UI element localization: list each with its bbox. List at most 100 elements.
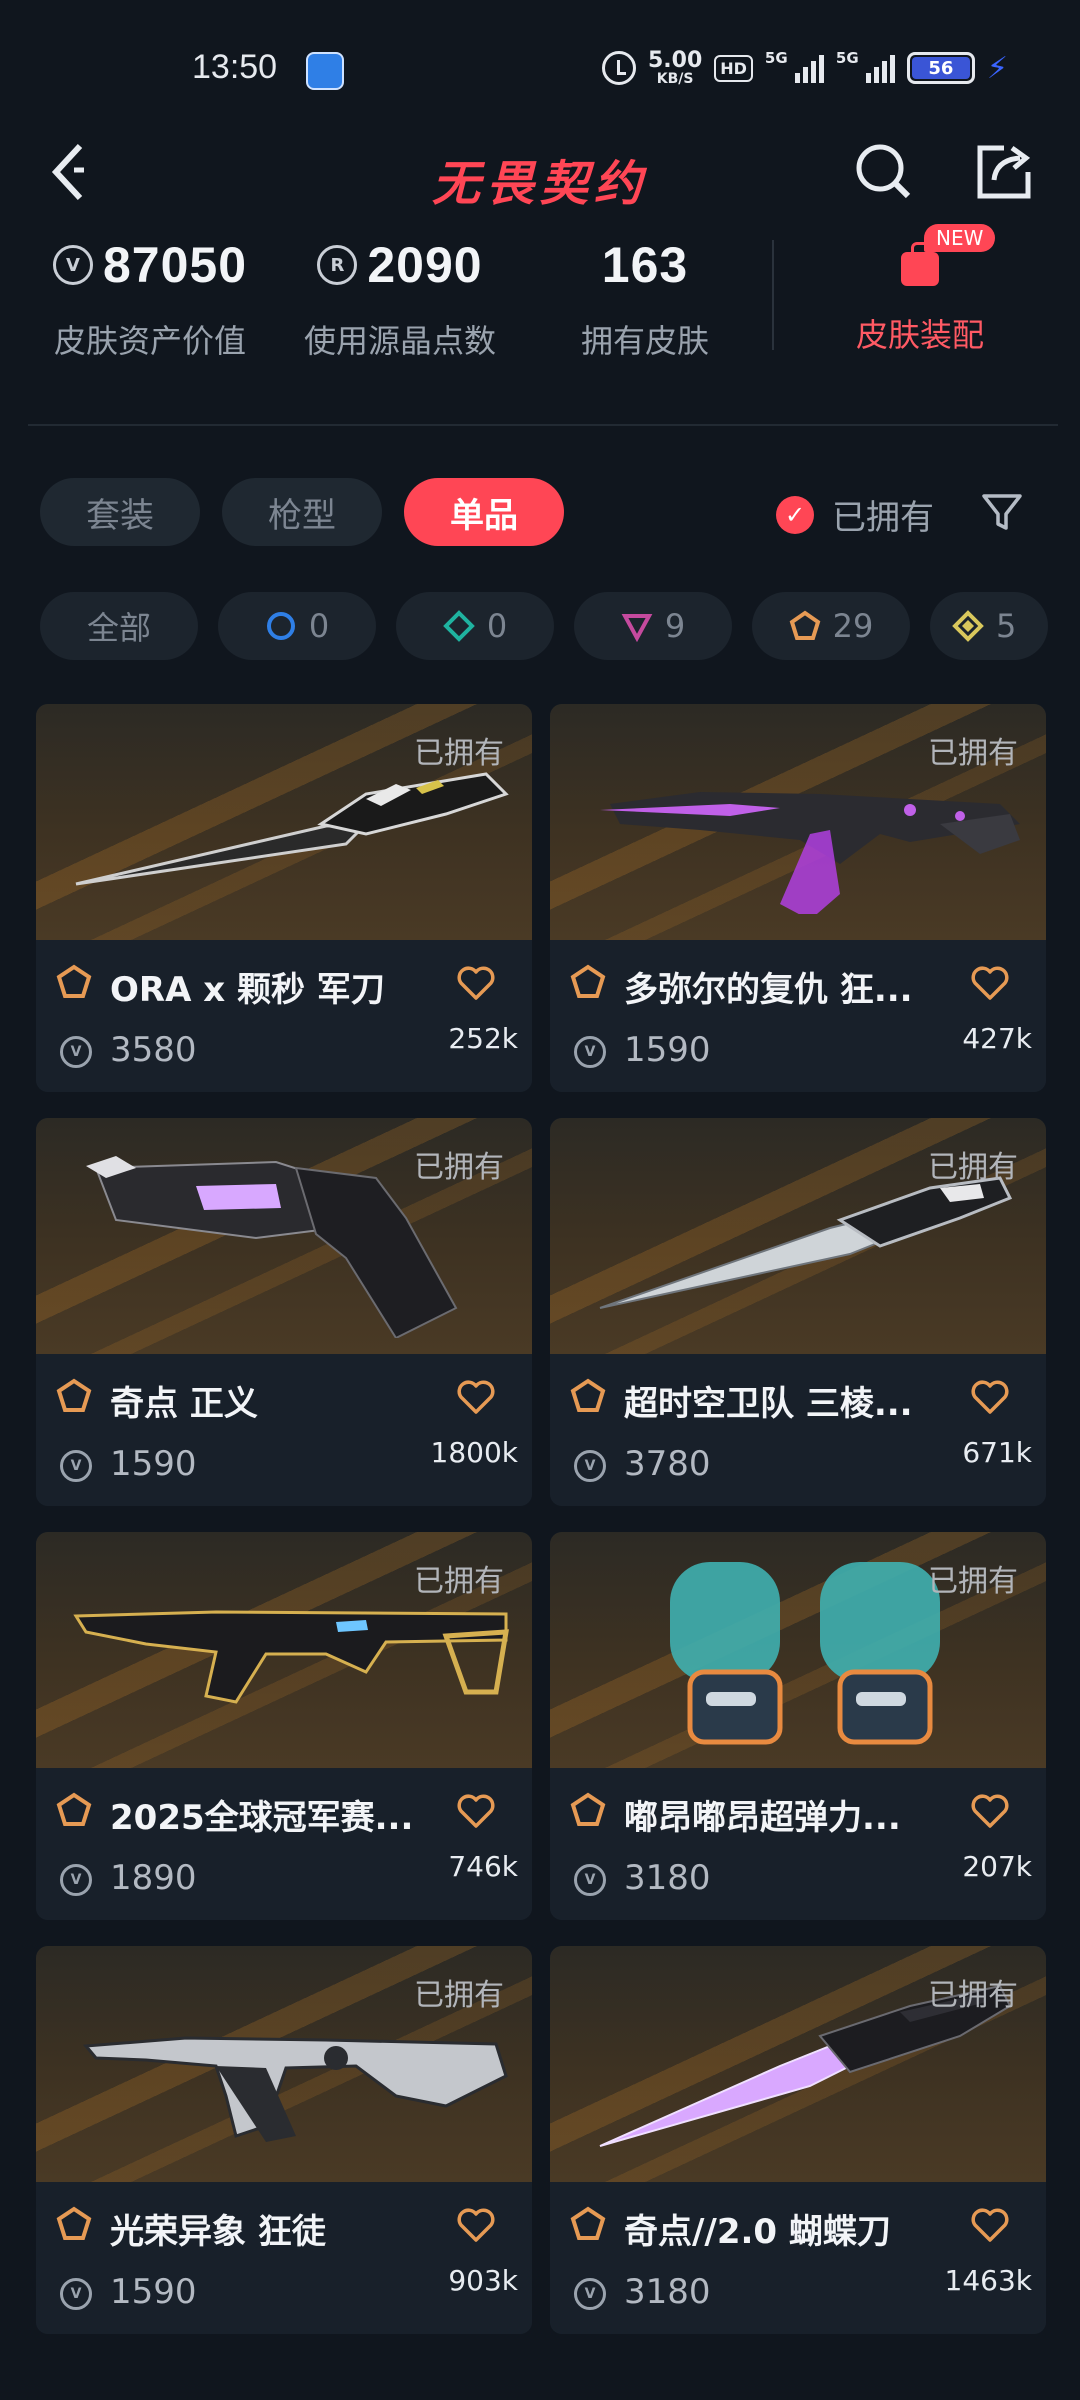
skin-image: 已拥有 (36, 1118, 532, 1354)
exclusive-tier-icon (56, 2206, 92, 2242)
chip-count: 0 (308, 607, 330, 645)
loadout-label: 皮肤装配 (855, 316, 984, 354)
skin-card[interactable]: 已拥有嘟昂嘟昂超弹力... V 3180 207k (550, 1532, 1046, 1920)
tab-single-item[interactable]: 单品 (404, 478, 564, 546)
status-indicators: 5.00 KB/S HD 5G 5G 56 ⚡ (601, 46, 1008, 90)
heart-icon[interactable] (456, 1378, 496, 1416)
chip-select-tier[interactable]: 0 (218, 592, 376, 660)
heart-icon[interactable] (456, 2206, 496, 2244)
valorant-points-icon: V (574, 2278, 606, 2310)
chip-count: 29 (832, 607, 874, 645)
owned-filter-toggle[interactable]: ✓ 已拥有 (776, 490, 934, 539)
skin-card[interactable]: 已拥有超时空卫队 三棱... V 3780 671k (550, 1118, 1046, 1506)
skin-name: 奇点 正义 (110, 1384, 258, 1424)
skin-price: 1590 (624, 1030, 711, 1070)
filter-icon[interactable] (980, 490, 1024, 534)
heart-icon[interactable] (456, 1792, 496, 1830)
chip-deluxe-tier[interactable]: 0 (396, 592, 554, 660)
search-icon[interactable] (852, 140, 914, 202)
chip-all[interactable]: 全部 (40, 592, 198, 660)
exclusive-tier-icon (56, 1792, 92, 1828)
signal-icon-2: 5G (836, 49, 895, 83)
exclusive-tier-icon (56, 1378, 92, 1414)
skin-name: 多弥尔的复仇 狂... (624, 970, 913, 1010)
skin-price: 3180 (624, 1858, 711, 1898)
top-bar: 无畏契约 (0, 130, 1080, 230)
chip-ultra-tier[interactable]: 5 (930, 592, 1048, 660)
skin-name: 嘟昂嘟昂超弹力... (624, 1798, 901, 1838)
chip-exclusive-tier[interactable]: 29 (752, 592, 910, 660)
skin-card[interactable]: 已拥有 奇点 正义 V 1590 1800k (36, 1118, 532, 1506)
heart-icon[interactable] (970, 964, 1010, 1002)
stats-panel: V 87050 皮肤资产价值 R 2090 使用源晶点数 163 拥有皮肤 皮肤… (0, 224, 1080, 400)
skin-info: 奇点//2.0 蝴蝶刀 V 3180 1463k (550, 2182, 1046, 2334)
skin-card[interactable]: 已拥有 2025全球冠军赛... V 1890 746k (36, 1532, 532, 1920)
skin-image: 已拥有 (36, 1946, 532, 2182)
status-bar: 13:50 5.00 KB/S HD 5G 5G 56 ⚡ (0, 0, 1080, 130)
heart-icon[interactable] (970, 1378, 1010, 1416)
new-badge: NEW (924, 224, 996, 252)
skin-name: 2025全球冠军赛... (110, 1798, 414, 1838)
chip-all-label: 全部 (86, 609, 151, 647)
network-speed-unit: KB/S (656, 71, 694, 87)
chip-premium-tier[interactable]: 9 (574, 592, 732, 660)
tab-bundle[interactable]: 套装 (40, 478, 200, 546)
owned-tag: 已拥有 (928, 736, 1018, 771)
network-speed: 5.00 KB/S (647, 48, 703, 87)
skin-image: 已拥有 (36, 704, 532, 940)
skin-likes: 746k (448, 1850, 518, 1883)
stat-radianite: R 2090 使用源晶点数 (290, 230, 510, 390)
share-icon[interactable] (974, 140, 1036, 202)
ultra-tier-icon (952, 610, 984, 642)
stat-owned-count: 163 拥有皮肤 (560, 230, 730, 390)
radianite-points-label: 使用源晶点数 (303, 322, 496, 360)
owned-count: 163 (601, 237, 689, 293)
skin-price: 3580 (110, 1030, 197, 1070)
valorant-points-icon: V (574, 1864, 606, 1896)
skin-card[interactable]: 已拥有 光荣异象 狂徒 V 1590 903k (36, 1946, 532, 2334)
skin-name: 光荣异象 狂徒 (110, 2212, 326, 2252)
skin-info: 2025全球冠军赛... V 1890 746k (36, 1768, 532, 1920)
battery-icon: 56 (906, 52, 975, 84)
deluxe-tier-icon (442, 610, 475, 642)
loadout-button[interactable]: 皮肤装配 (820, 230, 1020, 390)
skin-card[interactable]: 已拥有 ORA x 颗秒 军刀 V 3580 252k (36, 704, 532, 1092)
skin-likes: 207k (962, 1850, 1032, 1883)
radianite-points: 2090 (367, 237, 483, 293)
skin-likes: 671k (962, 1436, 1032, 1469)
skin-likes: 1800k (430, 1436, 518, 1469)
signal-label: 5G (764, 49, 788, 67)
alarm-icon (601, 51, 636, 85)
stats-divider (772, 240, 774, 350)
chip-count: 9 (664, 607, 686, 645)
skin-card[interactable]: 已拥有多弥尔的复仇 狂... V 1590 427k (550, 704, 1046, 1092)
section-divider (28, 424, 1058, 426)
rarity-filter-chips: 全部 0 0 9 29 5 (40, 592, 1048, 660)
heart-icon[interactable] (970, 1792, 1010, 1830)
skin-price: 1590 (110, 1444, 197, 1484)
skin-info: 嘟昂嘟昂超弹力... V 3180 207k (550, 1768, 1046, 1920)
skin-likes: 252k (448, 1022, 518, 1055)
valorant-points-icon: V (574, 1036, 606, 1068)
radianite-icon: R (317, 245, 358, 285)
skin-image: 已拥有 (550, 1946, 1046, 2182)
skin-card[interactable]: 已拥有 奇点//2.0 蝴蝶刀 V 3180 1463k (550, 1946, 1046, 2334)
signal-icon: 5G (765, 49, 824, 83)
skin-likes: 903k (448, 2264, 518, 2297)
owned-tag: 已拥有 (414, 736, 504, 771)
tab-weapon-type[interactable]: 枪型 (222, 478, 382, 546)
network-speed-value: 5.00 (647, 48, 703, 73)
skin-info: 超时空卫队 三棱... V 3780 671k (550, 1354, 1046, 1506)
skin-likes: 1463k (944, 2264, 1032, 2297)
exclusive-tier-icon (570, 1378, 606, 1414)
skin-image: 已拥有 (550, 1532, 1046, 1768)
chip-count: 5 (996, 607, 1017, 645)
owned-tag: 已拥有 (928, 1150, 1018, 1185)
heart-icon[interactable] (970, 2206, 1010, 2244)
skin-info: 光荣异象 狂徒 V 1590 903k (36, 2182, 532, 2334)
valorant-points-icon: V (60, 1864, 92, 1896)
skin-likes: 427k (962, 1022, 1032, 1055)
heart-icon[interactable] (456, 964, 496, 1002)
exclusive-tier-icon (789, 610, 820, 640)
app-notification-icon (306, 52, 344, 90)
